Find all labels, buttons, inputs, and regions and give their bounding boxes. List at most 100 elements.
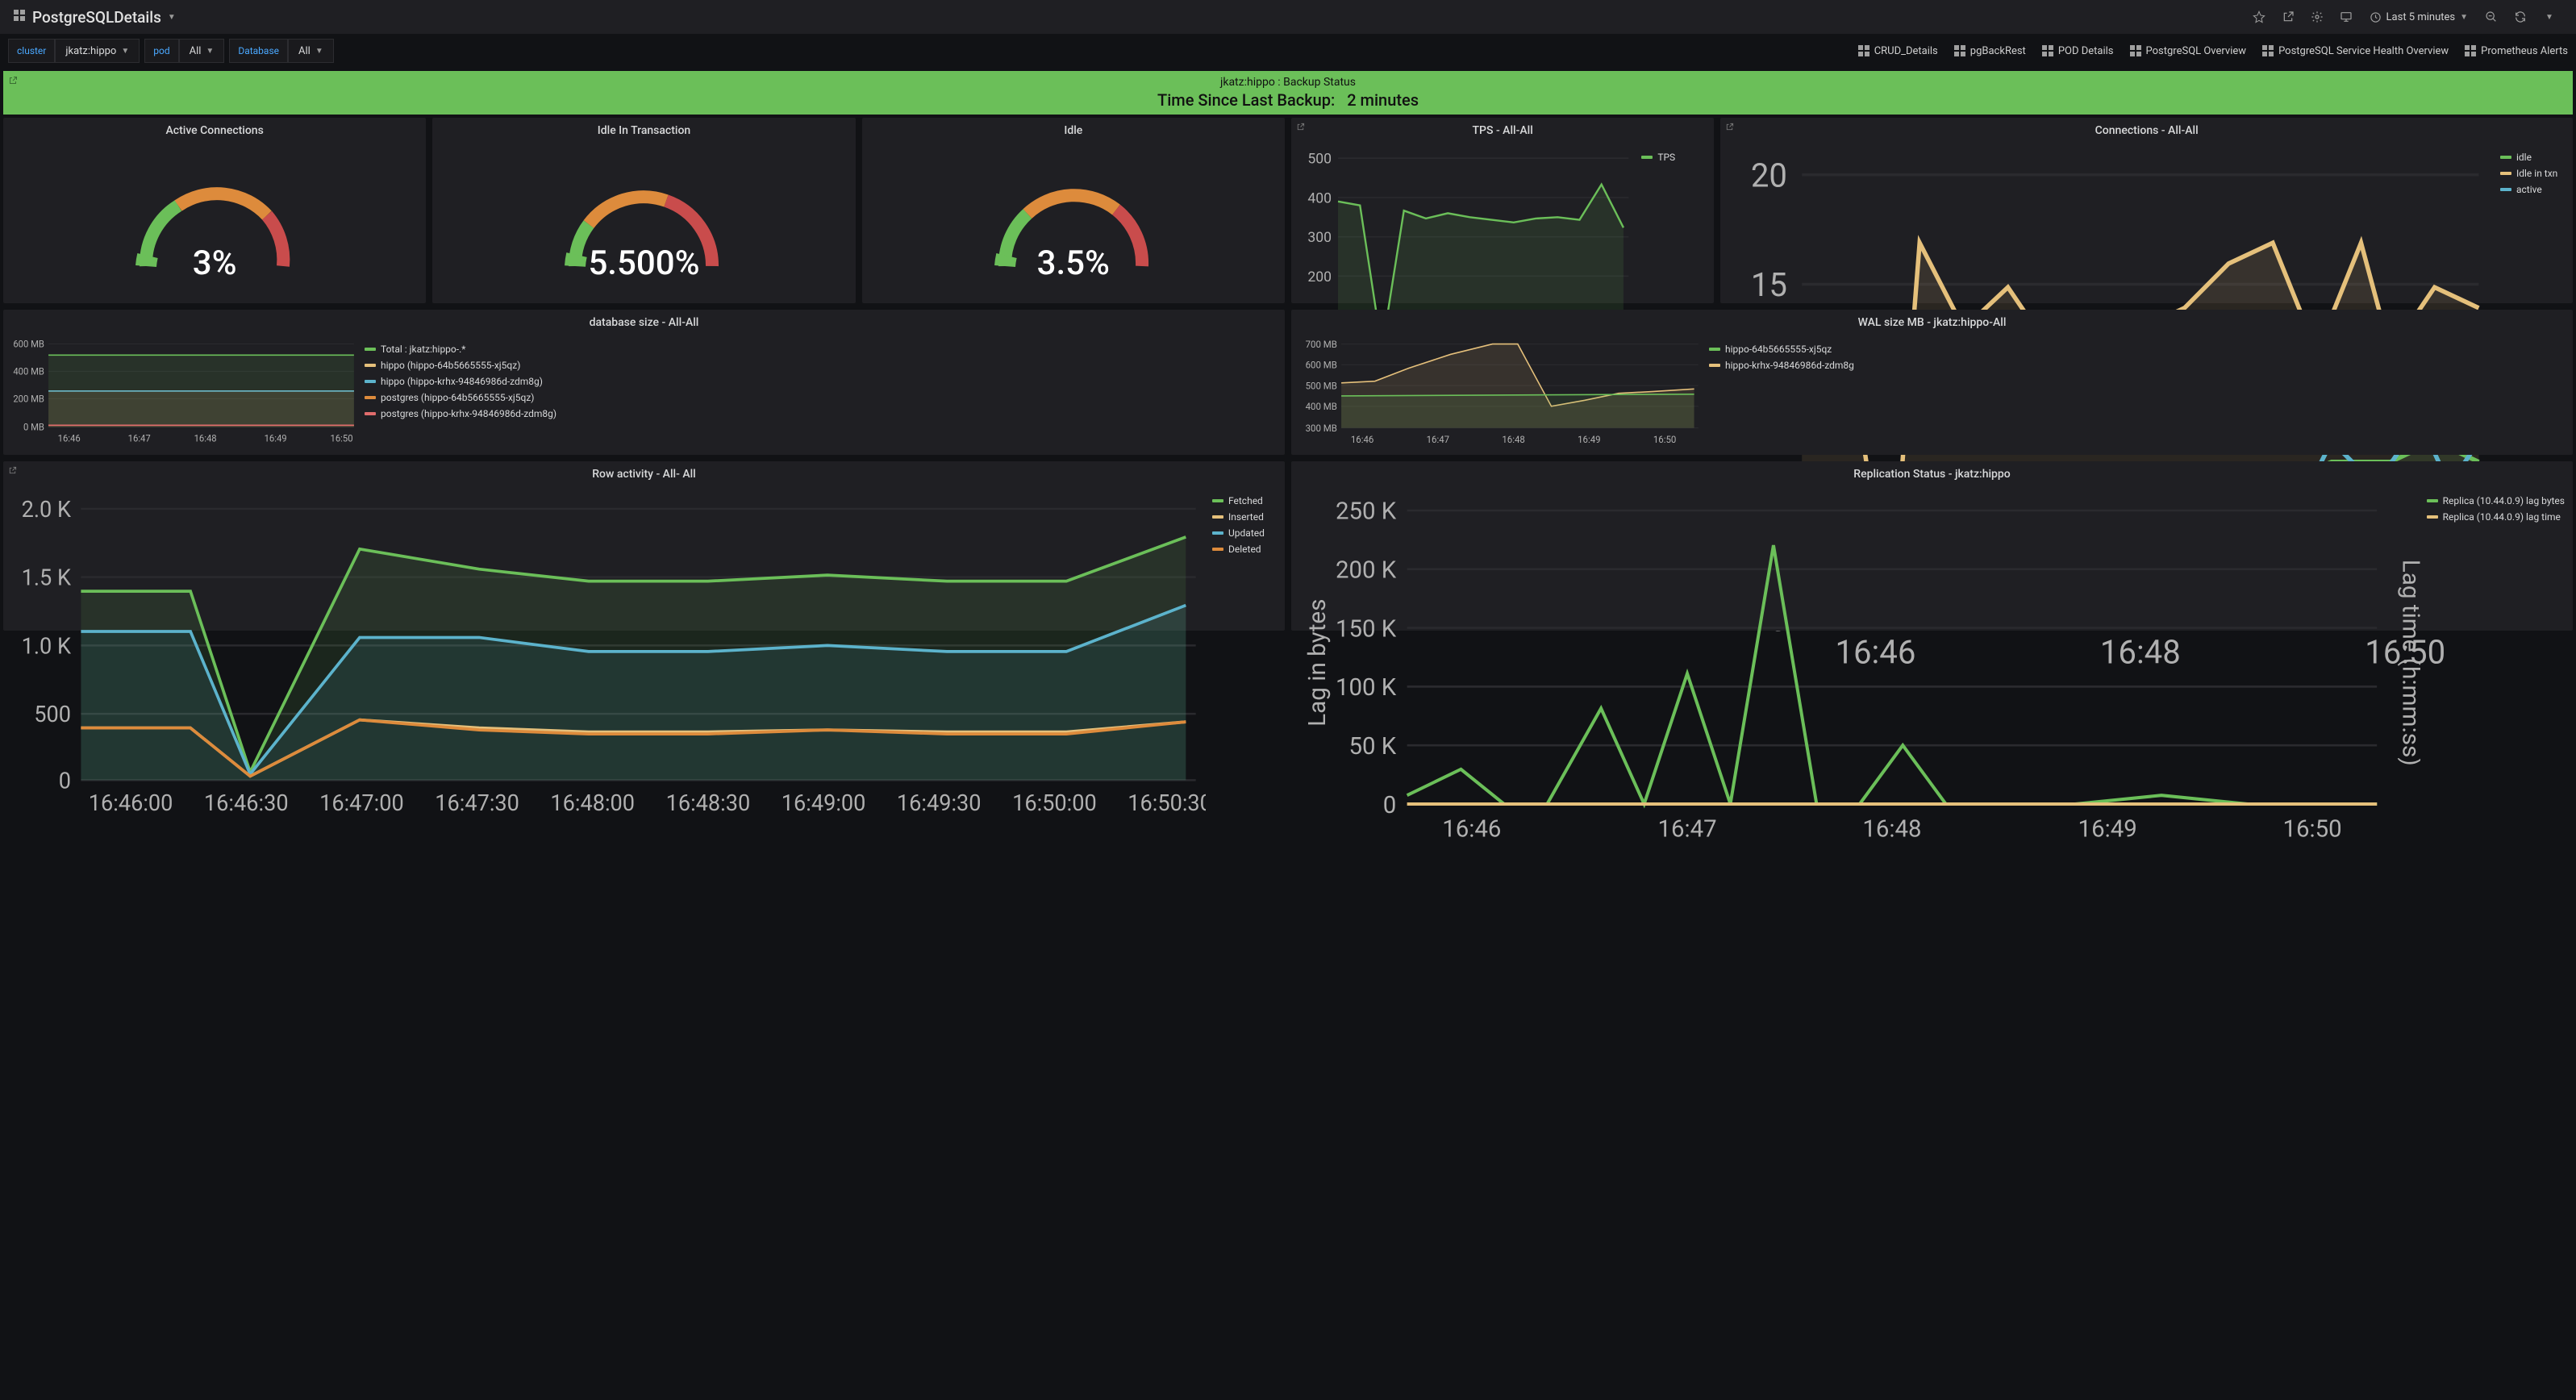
replication-panel: Replication Status - jkatz:hippo 250 K 2… bbox=[1291, 461, 2573, 631]
svg-text:0: 0 bbox=[1383, 792, 1397, 819]
nav-link-pod[interactable]: POD Details bbox=[2042, 45, 2114, 57]
svg-text:16:47:00: 16:47:00 bbox=[319, 790, 404, 816]
svg-text:Lag in bytes: Lag in bytes bbox=[1304, 599, 1332, 727]
filter-pod: pod All▼ bbox=[144, 39, 224, 63]
panel-link-icon[interactable] bbox=[1725, 123, 1734, 134]
legend-item[interactable]: Replica (10.44.0.9) lag time bbox=[2427, 511, 2565, 523]
svg-text:300 MB: 300 MB bbox=[1306, 423, 1337, 434]
refresh-dropdown-icon[interactable]: ▼ bbox=[2536, 3, 2563, 31]
panel-title: Idle bbox=[862, 118, 1285, 140]
svg-text:15: 15 bbox=[1751, 266, 1787, 304]
legend-item[interactable]: Updated bbox=[1212, 527, 1277, 539]
nav-link-pgbackrest[interactable]: pgBackRest bbox=[1954, 45, 2026, 57]
gauge-value: 3.5% bbox=[1037, 244, 1110, 283]
legend-item[interactable]: hippo (hippo-krhx-94846986d-zdm8g) bbox=[365, 376, 556, 387]
zoom-out-icon[interactable] bbox=[2478, 3, 2505, 31]
filter-database-value[interactable]: All▼ bbox=[288, 39, 334, 63]
svg-text:100 K: 100 K bbox=[1336, 674, 1397, 702]
legend-item[interactable]: Deleted bbox=[1212, 544, 1277, 555]
svg-text:20: 20 bbox=[1751, 156, 1787, 194]
idle-panel: Idle 3.5% bbox=[862, 118, 1285, 303]
legend-item[interactable]: idle bbox=[2500, 152, 2565, 163]
svg-text:16:50:00: 16:50:00 bbox=[1012, 790, 1097, 816]
svg-text:16:49:00: 16:49:00 bbox=[782, 790, 866, 816]
tps-panel: TPS - All-All 500 400 300 200 bbox=[1291, 118, 1714, 303]
monitor-icon[interactable] bbox=[2332, 3, 2360, 31]
svg-text:16:47:30: 16:47:30 bbox=[435, 790, 519, 816]
svg-text:16:46:30: 16:46:30 bbox=[204, 790, 289, 816]
gear-icon[interactable] bbox=[2303, 3, 2331, 31]
dashboard-icon bbox=[13, 9, 26, 25]
filter-pod-value[interactable]: All▼ bbox=[179, 39, 225, 63]
nav-links: CRUD_Details pgBackRest POD Details Post… bbox=[1858, 45, 2568, 57]
banner-subtitle: jkatz:hippo : Backup Status bbox=[3, 76, 2573, 90]
svg-text:16:49: 16:49 bbox=[1578, 434, 1600, 445]
row-activity-panel: Row activity - All- All 2.0 K 1.5 K 1.0 … bbox=[3, 461, 1285, 631]
svg-text:250 K: 250 K bbox=[1336, 498, 1397, 526]
panel-title: Active Connections bbox=[3, 118, 426, 140]
svg-text:16:49: 16:49 bbox=[2078, 815, 2137, 843]
nav-link-health[interactable]: PostgreSQL Service Health Overview bbox=[2262, 45, 2449, 57]
nav-link-pgoverview[interactable]: PostgreSQL Overview bbox=[2130, 45, 2247, 57]
panel-link-icon[interactable] bbox=[1296, 123, 1305, 134]
svg-text:16:48: 16:48 bbox=[1502, 434, 1524, 445]
time-range-picker[interactable]: Last 5 minutes ▼ bbox=[2361, 3, 2476, 31]
legend-item[interactable]: Total : jkatz:hippo-.* bbox=[365, 344, 556, 355]
wal-chart: 700 MB 600 MB 500 MB 400 MB 300 MB 16:46… bbox=[1299, 337, 1703, 449]
wal-panel: WAL size MB - jkatz:hippo-All 700 MB 600… bbox=[1291, 310, 2573, 455]
chart-legend: hippo-64b5665555-xj5qz hippo-krhx-948469… bbox=[1709, 337, 1854, 449]
legend-item[interactable]: Fetched bbox=[1212, 495, 1277, 506]
legend-item[interactable]: hippo (hippo-64b5665555-xj5qz) bbox=[365, 360, 556, 371]
backup-status-banner: jkatz:hippo : Backup Status Time Since L… bbox=[3, 71, 2573, 115]
nav-link-prometheus[interactable]: Prometheus Alerts bbox=[2465, 45, 2568, 57]
svg-text:2.0 K: 2.0 K bbox=[22, 497, 72, 523]
svg-text:200 MB: 200 MB bbox=[13, 393, 44, 404]
svg-text:400: 400 bbox=[1307, 190, 1332, 206]
chart-legend: Total : jkatz:hippo-.* hippo (hippo-64b5… bbox=[365, 337, 556, 448]
legend-item[interactable]: Idle in txn bbox=[2500, 168, 2565, 179]
panel-grid-row2: database size - All-All 600 MB 400 MB 20… bbox=[0, 310, 2576, 461]
panel-title: Idle In Transaction bbox=[432, 118, 855, 140]
svg-text:1.5 K: 1.5 K bbox=[22, 565, 72, 591]
svg-text:16:50: 16:50 bbox=[2282, 815, 2341, 843]
svg-text:16:47: 16:47 bbox=[1657, 815, 1716, 843]
chart-legend: Fetched Inserted Updated Deleted bbox=[1212, 489, 1277, 820]
svg-text:16:46: 16:46 bbox=[1351, 434, 1373, 445]
panel-title: WAL size MB - jkatz:hippo-All bbox=[1291, 310, 2573, 332]
svg-text:16:46:00: 16:46:00 bbox=[89, 790, 173, 816]
legend-item[interactable]: Replica (10.44.0.9) lag bytes bbox=[2427, 495, 2565, 506]
svg-text:50 K: 50 K bbox=[1348, 733, 1396, 760]
nav-link-crud[interactable]: CRUD_Details bbox=[1858, 45, 1938, 57]
legend-item[interactable]: hippo-krhx-94846986d-zdm8g bbox=[1709, 360, 1854, 371]
svg-text:1.0 K: 1.0 K bbox=[22, 633, 72, 659]
active-connections-panel: Active Connections 3% bbox=[3, 118, 426, 303]
svg-text:16:48:00: 16:48:00 bbox=[550, 790, 635, 816]
panel-grid-row3: Row activity - All- All 2.0 K 1.5 K 1.0 … bbox=[0, 461, 2576, 637]
legend-item[interactable]: TPS bbox=[1641, 152, 1706, 163]
legend-item[interactable]: postgres (hippo-64b5665555-xj5qz) bbox=[365, 392, 556, 403]
legend-item[interactable]: hippo-64b5665555-xj5qz bbox=[1709, 344, 1854, 355]
filter-cluster-value[interactable]: jkatz:hippo▼ bbox=[55, 39, 140, 63]
svg-text:0: 0 bbox=[59, 768, 71, 794]
refresh-icon[interactable] bbox=[2507, 3, 2534, 31]
svg-text:16:46: 16:46 bbox=[1442, 815, 1501, 843]
svg-text:16:47: 16:47 bbox=[128, 432, 151, 444]
replication-chart: 250 K 200 K 150 K 100 K 50 K 0 16:46 16:… bbox=[1299, 489, 2420, 848]
panel-title: TPS - All-All bbox=[1291, 118, 1714, 140]
gauge-value: 3% bbox=[193, 244, 237, 283]
svg-text:16:48: 16:48 bbox=[1862, 815, 1921, 843]
legend-item[interactable]: postgres (hippo-krhx-94846986d-zdm8g) bbox=[365, 408, 556, 419]
share-icon[interactable] bbox=[2274, 3, 2302, 31]
svg-text:150 K: 150 K bbox=[1336, 615, 1397, 643]
connections-panel: Connections - All-All 20 15 10 5 0 bbox=[1720, 118, 2573, 303]
svg-text:Lag time (h:mm:ss): Lag time (h:mm:ss) bbox=[2396, 560, 2420, 766]
star-icon[interactable] bbox=[2245, 3, 2273, 31]
svg-text:16:46: 16:46 bbox=[58, 432, 81, 444]
dashboard-title[interactable]: PostgreSQLDetails bbox=[32, 8, 161, 27]
legend-item[interactable]: active bbox=[2500, 184, 2565, 195]
idle-in-transaction-panel: Idle In Transaction 5.500% bbox=[432, 118, 855, 303]
panel-link-icon[interactable] bbox=[8, 466, 17, 477]
chevron-down-icon: ▼ bbox=[168, 13, 176, 22]
panel-link-icon[interactable] bbox=[8, 76, 18, 89]
legend-item[interactable]: Inserted bbox=[1212, 511, 1277, 523]
